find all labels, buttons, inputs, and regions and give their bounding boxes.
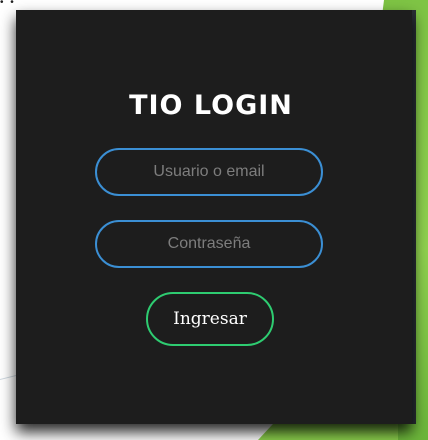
login-title: TIO LOGIN [129,90,293,121]
username-field[interactable] [95,148,323,196]
decorative-dots: • • [0,0,16,8]
login-button[interactable]: Ingresar [146,292,274,346]
login-card: TIO LOGIN Ingresar [16,10,412,424]
login-page: • • TIO LOGIN Ingresar [0,0,428,440]
username-input[interactable] [97,150,321,194]
password-field[interactable] [95,220,323,268]
password-input[interactable] [97,222,321,266]
